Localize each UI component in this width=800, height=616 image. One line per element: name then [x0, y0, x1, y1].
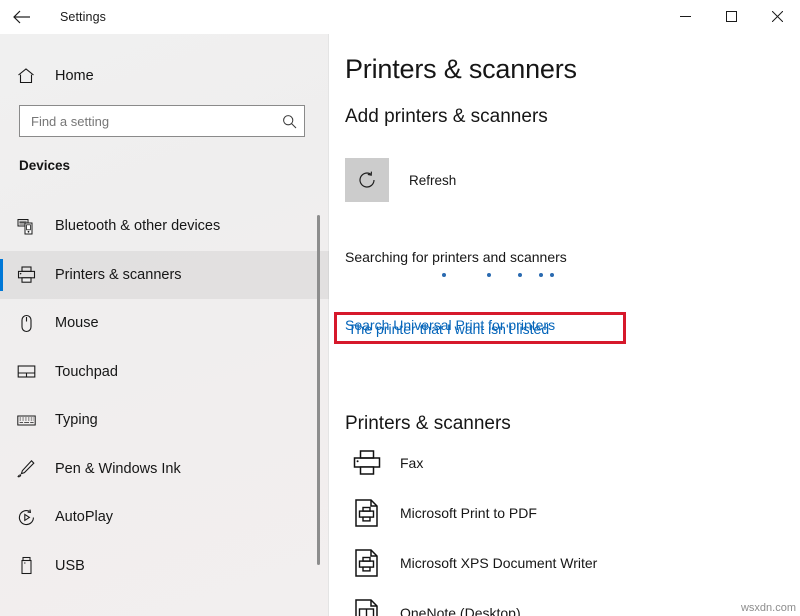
- sidebar-item-label: USB: [55, 558, 85, 574]
- list-item[interactable]: OneNote (Desktop): [330, 588, 800, 616]
- list-item[interactable]: Microsoft XPS Document Writer: [330, 538, 800, 588]
- home-label: Home: [55, 68, 94, 84]
- sidebar-scrollbar[interactable]: [317, 215, 320, 565]
- printer-not-listed-highlight-box: The printer that I want isn't listed: [334, 312, 626, 344]
- search-box[interactable]: [19, 105, 305, 137]
- keyboard-icon: [17, 411, 45, 430]
- refresh-row: Refresh: [345, 158, 456, 202]
- searching-status-text: Searching for printers and scanners: [345, 249, 567, 265]
- sidebar-item-label: AutoPlay: [55, 509, 113, 525]
- search-input[interactable]: [20, 106, 274, 136]
- refresh-label: Refresh: [409, 173, 456, 188]
- printers-scanners-heading: Printers & scanners: [345, 413, 511, 435]
- back-button[interactable]: [0, 1, 44, 33]
- sidebar-item-home[interactable]: Home: [0, 58, 329, 94]
- add-printers-heading: Add printers & scanners: [345, 106, 548, 128]
- sidebar-nav-list: Bluetooth & other devices Printers & sca…: [0, 202, 329, 590]
- sidebar-item-pen-windows-ink[interactable]: Pen & Windows Ink: [0, 445, 329, 494]
- sidebar-item-touchpad[interactable]: Touchpad: [0, 348, 329, 397]
- pen-icon: [17, 459, 45, 478]
- bluetooth-devices-icon: [17, 217, 45, 236]
- loading-dot: [539, 273, 543, 277]
- printer-name: Fax: [400, 455, 423, 471]
- loading-dot: [487, 273, 491, 277]
- sidebar-item-label: Printers & scanners: [55, 267, 182, 283]
- sidebar-item-usb[interactable]: USB: [0, 542, 329, 591]
- sidebar-item-printers-scanners[interactable]: Printers & scanners: [0, 251, 329, 300]
- close-button[interactable]: [754, 0, 800, 32]
- title-bar: Settings: [0, 0, 800, 34]
- onenote-printer-icon: [345, 598, 389, 616]
- sidebar-item-label: Pen & Windows Ink: [55, 461, 181, 477]
- sidebar-item-label: Mouse: [55, 315, 99, 331]
- sidebar-item-label: Typing: [55, 412, 98, 428]
- printer-list: Fax Microsoft Print to PDF: [330, 438, 800, 616]
- document-printer-icon: [345, 548, 389, 578]
- printer-icon: [17, 265, 45, 284]
- printer-not-listed-link[interactable]: The printer that I want isn't listed: [348, 321, 549, 337]
- sidebar-item-bluetooth-other-devices[interactable]: Bluetooth & other devices: [0, 202, 329, 251]
- minimize-button[interactable]: [662, 0, 708, 32]
- settings-window: Settings Home: [0, 0, 800, 616]
- autoplay-icon: [17, 508, 45, 527]
- sidebar-item-label: Bluetooth & other devices: [55, 218, 220, 234]
- sidebar-item-label: Touchpad: [55, 364, 118, 380]
- list-item[interactable]: Microsoft Print to PDF: [330, 488, 800, 538]
- loading-dot: [518, 273, 522, 277]
- search-icon[interactable]: [274, 114, 304, 129]
- touchpad-icon: [17, 362, 45, 381]
- sidebar-item-typing[interactable]: Typing: [0, 396, 329, 445]
- watermark: wsxdn.com: [741, 602, 796, 614]
- refresh-button[interactable]: [345, 158, 389, 202]
- printer-name: OneNote (Desktop): [400, 605, 521, 616]
- document-printer-icon: [345, 498, 389, 528]
- printer-name: Microsoft Print to PDF: [400, 505, 537, 521]
- sidebar-item-autoplay[interactable]: AutoPlay: [0, 493, 329, 542]
- sidebar-section-title: Devices: [19, 158, 70, 173]
- home-icon: [17, 67, 45, 85]
- usb-icon: [17, 556, 45, 575]
- printer-name: Microsoft XPS Document Writer: [400, 555, 597, 571]
- sidebar-item-mouse[interactable]: Mouse: [0, 299, 329, 348]
- main-content: Printers & scanners Add printers & scann…: [330, 34, 800, 616]
- sidebar: Home Devices: [0, 34, 329, 616]
- maximize-button[interactable]: [708, 0, 754, 32]
- window-title: Settings: [60, 10, 106, 24]
- list-item[interactable]: Fax: [330, 438, 800, 488]
- loading-dots: [345, 270, 785, 284]
- loading-dot: [550, 273, 554, 277]
- page-title: Printers & scanners: [345, 54, 577, 85]
- mouse-icon: [17, 314, 45, 333]
- loading-dot: [442, 273, 446, 277]
- window-controls: [662, 0, 800, 32]
- fax-printer-icon: [345, 448, 389, 478]
